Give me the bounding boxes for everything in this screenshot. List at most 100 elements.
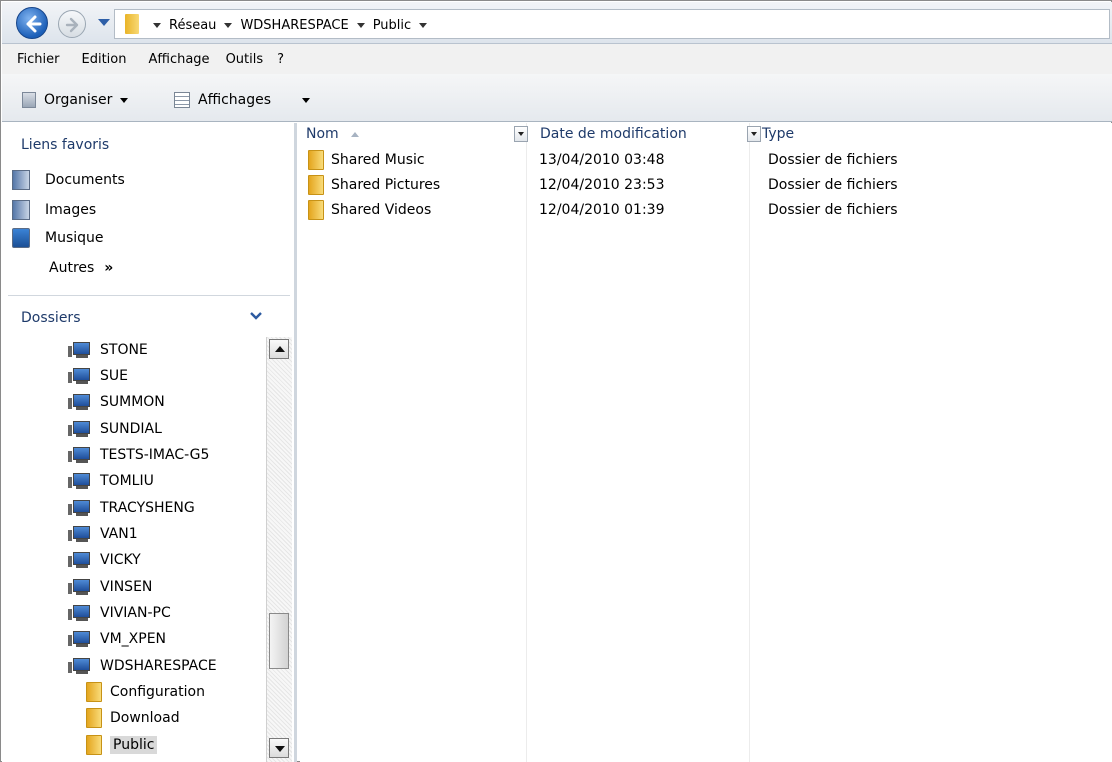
chevron-down-icon[interactable] xyxy=(224,22,233,28)
computer-icon xyxy=(66,472,92,490)
tree-item[interactable]: Configuration xyxy=(86,680,205,704)
address-box[interactable]: Réseau WDSHARESPACE Public xyxy=(114,9,1110,39)
scroll-down-button[interactable] xyxy=(269,738,289,758)
menu-edit[interactable]: Edition xyxy=(82,52,127,67)
folder-icon xyxy=(86,708,102,728)
documents-icon xyxy=(12,170,30,190)
file-type: Dossier de fichiers xyxy=(768,152,898,168)
tree-item[interactable]: SUE xyxy=(66,364,128,388)
tree-item-label: VAN1 xyxy=(100,526,138,542)
favorite-label: Images xyxy=(45,202,97,218)
tree-item[interactable]: TOMLIU xyxy=(66,469,154,493)
column-filter-dropdown[interactable] xyxy=(514,126,528,142)
favorites-more-link[interactable]: Autres » xyxy=(49,260,113,276)
breadcrumb-item[interactable]: WDSHARESPACE xyxy=(240,18,348,33)
views-button[interactable]: Affichages xyxy=(174,89,271,111)
scroll-thumb[interactable] xyxy=(269,613,289,669)
favorites-more-label: Autres xyxy=(49,260,95,276)
back-button[interactable] xyxy=(16,7,48,39)
views-dropdown-icon[interactable] xyxy=(302,98,310,103)
file-date: 12/04/2010 01:39 xyxy=(539,202,665,218)
computer-icon xyxy=(66,525,92,543)
file-list: Nom Date de modification Type Shared Mus… xyxy=(300,123,1112,762)
collapse-chevron-icon[interactable] xyxy=(249,311,263,321)
tree-item[interactable]: VICKY xyxy=(66,548,141,572)
folder-icon xyxy=(125,14,139,34)
tree-item-label: SUMMON xyxy=(100,394,165,410)
folder-tree-scrollbar[interactable] xyxy=(266,337,292,762)
menu-tools[interactable]: Outils xyxy=(226,52,264,67)
organise-label: Organiser xyxy=(44,92,113,108)
tree-item-label: Download xyxy=(110,710,180,726)
menu-view[interactable]: Affichage xyxy=(148,52,209,67)
file-row[interactable]: Shared Videos 12/04/2010 01:39 Dossier d… xyxy=(300,199,1112,224)
organise-button[interactable]: Organiser xyxy=(22,89,129,111)
tree-item[interactable]: VIVIAN-PC xyxy=(66,601,171,625)
file-date: 12/04/2010 23:53 xyxy=(539,177,665,193)
column-header-name[interactable]: Nom xyxy=(306,123,526,145)
folder-icon xyxy=(308,175,324,195)
tree-item[interactable]: VM_XPEN xyxy=(66,627,166,651)
breadcrumb-item[interactable]: Public xyxy=(373,18,411,33)
tree-item[interactable]: TESTS-IMAC-G5 xyxy=(66,443,209,467)
images-icon xyxy=(12,200,30,220)
tree-item[interactable]: TRACYSHENG xyxy=(66,496,195,520)
tree-item-label: TOMLIU xyxy=(100,473,154,489)
file-row[interactable]: Shared Music 13/04/2010 03:48 Dossier de… xyxy=(300,149,1112,174)
file-name: Shared Music xyxy=(331,152,425,168)
tree-item-selected[interactable]: Public xyxy=(86,733,158,757)
tree-item[interactable]: SUNDIAL xyxy=(66,417,162,441)
computer-icon xyxy=(66,393,92,411)
folder-icon xyxy=(308,200,324,220)
computer-icon xyxy=(66,367,92,385)
folders-title: Dossiers xyxy=(21,310,81,326)
favorites-title: Liens favoris xyxy=(21,137,110,153)
tree-item-label: VINSEN xyxy=(100,579,153,595)
menu-help[interactable]: ? xyxy=(277,52,284,67)
file-row[interactable]: Shared Pictures 12/04/2010 23:53 Dossier… xyxy=(300,174,1112,199)
computer-icon xyxy=(66,604,92,622)
tree-item[interactable]: SUMMON xyxy=(66,390,165,414)
column-header-label: Date de modification xyxy=(540,126,687,142)
favorite-music[interactable]: Musique xyxy=(12,227,104,249)
tree-item-label: VICKY xyxy=(100,552,141,568)
favorite-images[interactable]: Images xyxy=(12,199,96,221)
folder-icon xyxy=(308,150,324,170)
address-bar: Réseau WDSHARESPACE Public xyxy=(2,2,1112,44)
computer-icon xyxy=(66,630,92,648)
column-header-date[interactable]: Date de modification xyxy=(540,123,750,145)
tree-item[interactable]: WDSHARESPACE xyxy=(66,654,217,678)
column-header-label: Type xyxy=(762,126,795,142)
column-header-type[interactable]: Type xyxy=(762,123,962,145)
computer-icon xyxy=(66,446,92,464)
forward-button[interactable] xyxy=(58,10,86,38)
navigation-pane: Liens favoris Documents Images Musique A… xyxy=(2,123,297,762)
file-name-cell: Shared Music xyxy=(308,150,425,170)
chevron-down-icon[interactable] xyxy=(356,22,365,28)
chevron-down-icon[interactable] xyxy=(153,22,161,28)
chevron-down-icon[interactable] xyxy=(419,22,428,28)
computer-icon xyxy=(66,657,92,675)
file-name-cell: Shared Pictures xyxy=(308,175,440,195)
file-name-cell: Shared Videos xyxy=(308,200,431,220)
column-filter-dropdown[interactable] xyxy=(747,126,761,142)
tree-item[interactable]: VAN1 xyxy=(66,522,138,546)
tree-item[interactable]: STONE xyxy=(66,338,148,362)
history-dropdown-icon[interactable] xyxy=(98,19,110,26)
file-type: Dossier de fichiers xyxy=(768,177,898,193)
tree-item-label: TRACYSHENG xyxy=(100,500,195,516)
breadcrumb-item[interactable]: Réseau xyxy=(169,18,216,33)
tree-item[interactable]: Download xyxy=(86,706,180,730)
tree-item-label: WDSHARESPACE xyxy=(100,658,217,674)
folders-header[interactable]: Dossiers xyxy=(2,301,294,337)
favorite-documents[interactable]: Documents xyxy=(12,169,125,191)
folder-icon xyxy=(86,682,102,702)
scroll-up-button[interactable] xyxy=(269,339,289,359)
menu-file[interactable]: Fichier xyxy=(17,52,60,67)
file-name: Shared Pictures xyxy=(331,177,441,193)
computer-icon xyxy=(66,578,92,596)
tree-item-label: Configuration xyxy=(110,684,205,700)
computer-icon xyxy=(66,499,92,517)
tree-item-label: STONE xyxy=(100,342,148,358)
tree-item[interactable]: VINSEN xyxy=(66,575,152,599)
